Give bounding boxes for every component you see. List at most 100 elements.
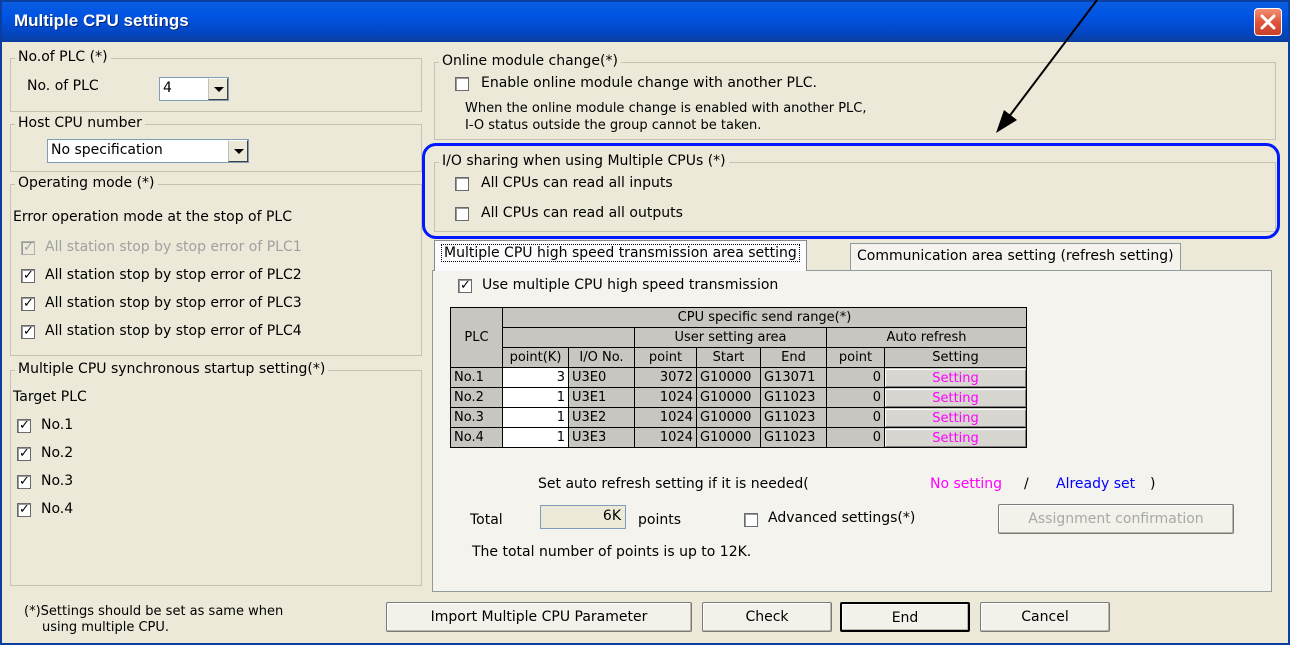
online-change-checkbox[interactable] <box>455 77 469 91</box>
setting-button[interactable]: Setting <box>885 408 1026 427</box>
points-label: points <box>638 512 681 528</box>
point-cell: 1024 <box>634 427 697 448</box>
no-of-plc-legend: No.of PLC (*) <box>15 49 111 65</box>
point-k-input[interactable]: 1 <box>502 407 569 428</box>
stop-plc2-label: All station stop by stop error of PLC2 <box>45 267 302 283</box>
legend-no-setting: No setting <box>930 476 1003 492</box>
target-plc1-label: No.1 <box>41 417 74 433</box>
read-all-outputs-label: All CPUs can read all outputs <box>481 205 683 221</box>
legend-already-set: Already set <box>1056 476 1136 492</box>
host-cpu-value: No specification <box>51 142 163 158</box>
online-change-group: Online module change(*) Enable online mo… <box>434 53 1276 140</box>
stop-plc1-label: All station stop by stop error of PLC1 <box>45 239 302 255</box>
setting-button[interactable]: Setting <box>885 368 1026 387</box>
stop-plc1-checkbox[interactable]: ✓ <box>21 240 35 255</box>
setting-button[interactable]: Setting <box>885 388 1026 407</box>
header-ar-point: point <box>826 347 885 368</box>
header-io-no: I/O No. <box>568 347 635 368</box>
read-all-outputs-checkbox[interactable] <box>455 207 469 221</box>
table-row: No.4 1 U3E3 1024 G10000 G11023 0 Setting <box>450 427 1027 448</box>
title-bar[interactable]: Multiple CPU settings <box>2 2 1288 42</box>
stop-plc3-label: All station stop by stop error of PLC3 <box>45 295 302 311</box>
stop-plc3-checkbox[interactable]: ✓ <box>21 296 35 311</box>
multiple-cpu-settings-window: Multiple CPU settings No.of PLC (*) No. … <box>0 0 1290 645</box>
header-setting: Setting <box>884 347 1027 368</box>
total-field: 6K <box>540 505 626 529</box>
end-button[interactable]: End <box>840 602 970 632</box>
io-no-cell: U3E2 <box>568 407 635 428</box>
no-of-plc-select[interactable]: 4 <box>159 77 229 101</box>
end-cell: G11023 <box>760 387 827 408</box>
header-point: point <box>634 347 697 368</box>
check-button[interactable]: Check <box>702 602 832 632</box>
end-cell: G13071 <box>760 367 827 388</box>
start-cell: G10000 <box>696 367 761 388</box>
stop-plc2-checkbox[interactable]: ✓ <box>21 268 35 283</box>
footer-note-1: (*)Settings should be set as same when <box>24 604 284 619</box>
target-plc2-checkbox[interactable]: ✓ <box>17 446 31 461</box>
point-k-input[interactable]: 1 <box>502 427 569 448</box>
ar-point-cell: 0 <box>826 407 885 428</box>
target-plc4-checkbox[interactable]: ✓ <box>17 502 31 517</box>
target-plc4-label: No.4 <box>41 501 74 517</box>
point-k-input[interactable]: 1 <box>502 387 569 408</box>
target-plc2-label: No.2 <box>41 445 74 461</box>
point-cell: 3072 <box>634 367 697 388</box>
footer-note-2: using multiple CPU. <box>42 620 170 635</box>
plc-cell: No.1 <box>450 367 503 388</box>
target-plc3-checkbox[interactable]: ✓ <box>17 474 31 489</box>
stop-plc4-checkbox[interactable]: ✓ <box>21 324 35 339</box>
host-cpu-group: Host CPU number No specification <box>10 115 422 172</box>
dropdown-arrow-icon[interactable] <box>228 140 248 162</box>
tab-high-speed-label: Multiple CPU high speed transmission are… <box>441 244 800 262</box>
tab-communication-area[interactable]: Communication area setting (refresh sett… <box>850 243 1181 271</box>
assignment-confirmation-button[interactable]: Assignment confirmation <box>998 504 1234 534</box>
start-cell: G10000 <box>696 407 761 428</box>
advanced-settings-checkbox[interactable] <box>744 513 758 527</box>
use-high-speed-checkbox[interactable]: ✓ <box>458 278 472 293</box>
host-cpu-select[interactable]: No specification <box>47 139 249 163</box>
dropdown-arrow-icon[interactable] <box>208 78 228 100</box>
host-cpu-legend: Host CPU number <box>15 115 145 131</box>
legend-close-paren: ) <box>1150 476 1156 492</box>
target-plc3-label: No.3 <box>41 473 74 489</box>
header-start: Start <box>696 347 761 368</box>
table-row: No.2 1 U3E1 1024 G10000 G11023 0 Setting <box>450 387 1027 408</box>
legend-slash: / <box>1024 476 1029 492</box>
table-row: No.1 3 U3E0 3072 G10000 G13071 0 Setting <box>450 367 1027 388</box>
target-plc-label: Target PLC <box>13 389 87 405</box>
header-end: End <box>760 347 827 368</box>
cancel-button[interactable]: Cancel <box>980 602 1110 632</box>
start-cell: G10000 <box>696 387 761 408</box>
operating-mode-group: Operating mode (*) Error operation mode … <box>10 175 422 356</box>
check-mark-icon: ✓ <box>23 240 34 255</box>
import-parameter-button[interactable]: Import Multiple CPU Parameter <box>386 602 692 632</box>
start-cell: G10000 <box>696 427 761 448</box>
setting-button[interactable]: Setting <box>885 428 1026 447</box>
tab-communication-label: Communication area setting (refresh sett… <box>857 248 1174 264</box>
total-value: 6K <box>602 508 621 524</box>
online-change-label: Enable online module change with another… <box>481 75 817 91</box>
io-no-cell: U3E3 <box>568 427 635 448</box>
check-mark-icon: ✓ <box>23 268 34 283</box>
plc-cell: No.4 <box>450 427 503 448</box>
setting-cell: Setting <box>884 407 1027 428</box>
no-of-plc-group: No.of PLC (*) No. of PLC 4 <box>10 49 422 112</box>
target-plc1-checkbox[interactable]: ✓ <box>17 418 31 433</box>
point-cell: 1024 <box>634 407 697 428</box>
header-blank <box>502 327 635 348</box>
table-row: No.3 1 U3E2 1024 G10000 G11023 0 Setting <box>450 407 1027 428</box>
advanced-settings-label: Advanced settings(*) <box>768 510 916 526</box>
no-of-plc-value: 4 <box>163 80 172 96</box>
check-mark-icon: ✓ <box>19 418 30 433</box>
header-send-range: CPU specific send range(*) <box>502 307 1027 328</box>
tab-high-speed-transmission[interactable]: Multiple CPU high speed transmission are… <box>434 240 807 271</box>
check-mark-icon: ✓ <box>23 296 34 311</box>
point-k-input[interactable]: 3 <box>502 367 569 388</box>
online-change-note-1: When the online module change is enabled… <box>465 101 867 116</box>
io-sharing-legend: I/O sharing when using Multiple CPUs (*) <box>439 153 729 169</box>
header-plc: PLC <box>450 307 503 368</box>
close-button[interactable] <box>1254 8 1282 36</box>
window-title: Multiple CPU settings <box>14 11 189 30</box>
read-all-inputs-checkbox[interactable] <box>455 177 469 191</box>
